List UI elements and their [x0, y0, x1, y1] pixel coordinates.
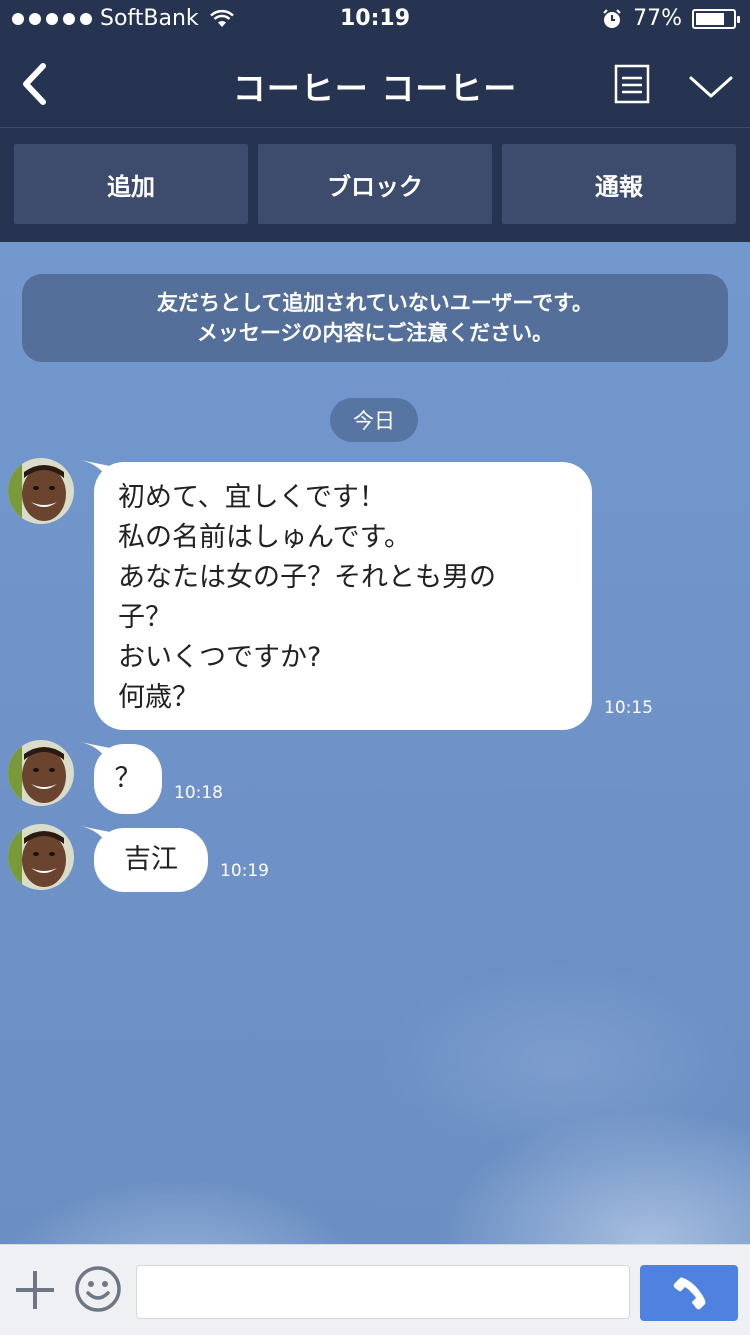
- plus-icon[interactable]: [14, 1269, 56, 1311]
- message-line: 何歳？: [118, 682, 199, 713]
- action-buttons: 追加 ブロック 通報: [0, 144, 750, 224]
- block-button[interactable]: ブロック: [258, 144, 492, 224]
- alarm-icon: [603, 8, 621, 28]
- message-line: おいくつですか?: [118, 642, 322, 673]
- menu-icon[interactable]: [612, 64, 652, 104]
- battery-percent: 77%: [633, 6, 682, 31]
- chevron-down-icon[interactable]: [686, 70, 736, 102]
- message-time: 10:15: [604, 698, 653, 718]
- message-bubble[interactable]: 初めて、宜しくです！ 私の名前はしゅんです。 あなたは女の子？それとも男の 子？…: [80, 460, 592, 730]
- unknown-user-notice: 友だちとして追加されていないユーザーです。 メッセージの内容にご注意ください。: [22, 274, 728, 362]
- message-line: 初めて、宜しくです！: [118, 482, 386, 513]
- bubble-tail: [80, 742, 110, 764]
- phone-icon: [673, 1277, 706, 1310]
- report-button[interactable]: 通報: [502, 144, 736, 224]
- battery-fill: [696, 12, 724, 25]
- notice-line-2: メッセージの内容にご注意ください。: [196, 321, 554, 345]
- input-bar: [0, 1244, 750, 1335]
- message-line: 私の名前はしゅんです。: [118, 522, 411, 553]
- call-button[interactable]: [640, 1265, 738, 1321]
- avatar-photo: [8, 458, 74, 524]
- emoji-icon[interactable]: [74, 1265, 122, 1313]
- date-label: 今日: [330, 398, 418, 442]
- message-line: 子？: [118, 602, 172, 633]
- header-divider: [0, 127, 750, 128]
- avatar[interactable]: [8, 824, 74, 890]
- message-line: ？: [114, 763, 142, 794]
- avatar[interactable]: [8, 458, 74, 524]
- status-right: 77%: [601, 6, 740, 31]
- avatar-photo: [8, 740, 74, 806]
- notice-line-1: 友だちとして追加されていないユーザーです。: [157, 291, 593, 315]
- chat-header: コーヒー コーヒー: [0, 40, 750, 128]
- top-bar: SoftBank 10:19 77% コーヒー コーヒー 追加 ブロック 通報: [0, 0, 750, 242]
- message-bubble[interactable]: 吉江: [80, 826, 208, 892]
- message-time: 10:18: [174, 783, 223, 803]
- message-bubble[interactable]: ？: [80, 742, 162, 814]
- bubble-tail: [80, 460, 110, 482]
- message-line: あなたは女の子？それとも男の: [118, 562, 496, 593]
- message-time: 10:19: [220, 861, 269, 881]
- message-line: 吉江: [124, 844, 178, 875]
- battery-icon: [692, 8, 740, 29]
- message-input[interactable]: [136, 1265, 630, 1319]
- status-bar: SoftBank 10:19 77%: [0, 0, 750, 40]
- bubble-tail: [80, 826, 110, 848]
- avatar-photo: [8, 824, 74, 890]
- chat-area[interactable]: 友だちとして追加されていないユーザーです。 メッセージの内容にご注意ください。 …: [0, 242, 750, 1244]
- add-friend-button[interactable]: 追加: [14, 144, 248, 224]
- avatar[interactable]: [8, 740, 74, 806]
